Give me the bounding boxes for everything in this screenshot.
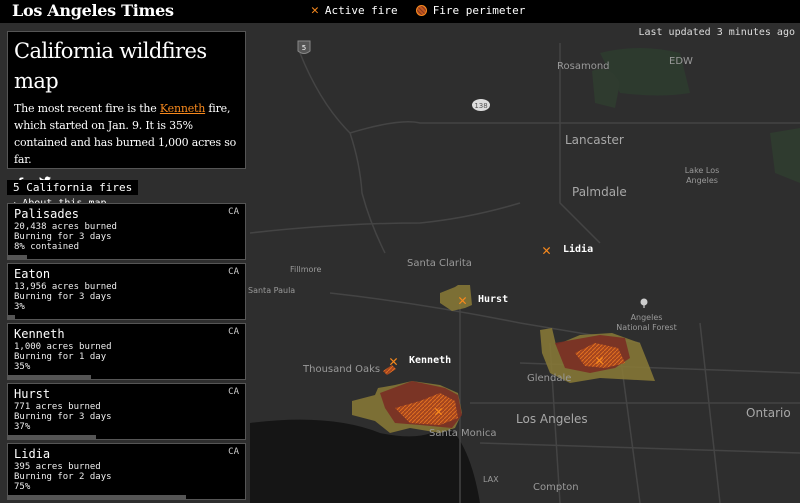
fire-acres: 1,000 acres burned (14, 342, 112, 352)
fire-card[interactable]: Kenneth CA 1,000 acres burned Burning fo… (7, 323, 246, 380)
kenneth-fire-link[interactable]: Kenneth (160, 102, 205, 115)
fire-list: Palisades CA 20,438 acres burned Burning… (7, 203, 246, 503)
fire-containment: 3% (14, 302, 25, 312)
page-title: California wildfires map (14, 39, 207, 93)
fire-marker-hurst[interactable]: ✕ (458, 293, 467, 308)
place-lax: LAX (483, 475, 499, 484)
fire-duration: Burning for 3 days (14, 232, 112, 242)
fire-name: Palisades (14, 207, 80, 221)
interstate-5-shield: 5 (297, 40, 311, 54)
fire-containment: 75% (14, 482, 31, 492)
intro-panel: California wildfires map The most recent… (7, 31, 246, 209)
place-rosamond: Rosamond (557, 61, 610, 72)
fire-duration: Burning for 1 day (14, 352, 107, 362)
legend-active-fire: Active fire (324, 4, 398, 17)
place-compton: Compton (533, 482, 579, 493)
containment-bar (8, 435, 96, 439)
fire-marker-palisades[interactable]: ✕ (434, 404, 443, 419)
place-ontario: Ontario (746, 406, 791, 420)
svg-text:5: 5 (302, 44, 306, 52)
fire-marker-kenneth[interactable]: ✕ (389, 354, 398, 369)
fire-name: Lidia (14, 447, 51, 461)
fire-duration: Burning for 3 days (14, 412, 112, 422)
place-santa-clarita: Santa Clarita (407, 258, 472, 269)
fire-duration: Burning for 3 days (14, 292, 112, 302)
fire-acres: 20,438 acres burned (14, 222, 117, 232)
fire-card[interactable]: Palisades CA 20,438 acres burned Burning… (7, 203, 246, 260)
place-santa-paula: Santa Paula (248, 286, 296, 295)
place-palmdale: Palmdale (572, 185, 627, 199)
fire-label-lidia[interactable]: Lidia (563, 244, 593, 255)
fire-containment: 8% contained (14, 242, 80, 252)
lat-logo[interactable]: Los Angeles Times (12, 1, 174, 20)
x-mark-icon: ✕ (311, 3, 319, 18)
place-los-angeles: Los Angeles (516, 412, 588, 426)
place-glendale: Glendale (527, 373, 572, 384)
hatched-circle-icon (415, 5, 427, 16)
place-angeles-national-forest: Angeles National Forest (616, 313, 677, 332)
fire-state: CA (228, 447, 239, 457)
place-lancaster: Lancaster (565, 133, 624, 147)
fire-name: Eaton (14, 267, 51, 281)
containment-bar (8, 315, 16, 319)
fire-acres: 13,956 acres burned (14, 282, 117, 292)
place-santa-monica: Santa Monica (429, 428, 497, 439)
place-lake-los-angeles: Lake Los Angeles (684, 166, 720, 185)
fire-label-hurst[interactable]: Hurst (478, 294, 508, 305)
top-bar: Los Angeles Times ✕ Active fire Fire per… (0, 0, 800, 23)
fire-name: Hurst (14, 387, 51, 401)
place-thousand-oaks: Thousand Oaks (303, 364, 381, 375)
fire-acres: 771 acres burned (14, 402, 101, 412)
last-updated: Last updated 3 minutes ago (638, 27, 795, 38)
fire-duration: Burning for 2 days (14, 472, 112, 482)
fire-containment: 37% (14, 422, 31, 432)
legend-fire-perimeter: Fire perimeter (432, 4, 526, 17)
fire-card[interactable]: Lidia CA 395 acres burned Burning for 2 … (7, 443, 246, 500)
containment-bar (8, 495, 186, 499)
fire-containment: 35% (14, 362, 31, 372)
fire-state: CA (228, 207, 239, 217)
svg-text:138: 138 (474, 102, 487, 110)
fire-marker-lidia[interactable]: ✕ (542, 243, 551, 258)
place-edw: EDW (669, 56, 693, 67)
fire-name: Kenneth (14, 327, 65, 341)
place-fillmore: Fillmore (290, 265, 322, 274)
map-legend: ✕ Active fire Fire perimeter (311, 3, 525, 18)
intro-summary: The most recent fire is the Kenneth fire… (14, 100, 239, 168)
summary-text: The most recent fire is the (14, 102, 160, 115)
fire-state: CA (228, 387, 239, 397)
fire-acres: 395 acres burned (14, 462, 101, 472)
fires-count: 5 California fires (7, 180, 139, 195)
fire-state: CA (228, 327, 239, 337)
fire-label-kenneth[interactable]: Kenneth (409, 355, 451, 366)
fire-state: CA (228, 267, 239, 277)
fire-marker-eaton[interactable]: ✕ (595, 353, 604, 368)
fire-card[interactable]: Hurst CA 771 acres burned Burning for 3 … (7, 383, 246, 440)
route-138-shield: 138 (472, 99, 490, 111)
containment-bar (8, 375, 91, 379)
containment-bar (8, 255, 27, 259)
fire-card[interactable]: Eaton CA 13,956 acres burned Burning for… (7, 263, 246, 320)
